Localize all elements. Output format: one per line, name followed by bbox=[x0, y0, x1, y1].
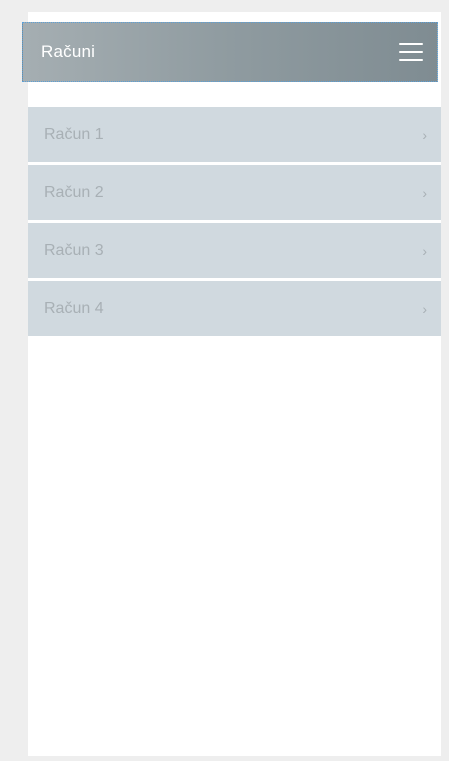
hamburger-menu-icon[interactable] bbox=[399, 43, 423, 61]
page-title: Računi bbox=[41, 42, 96, 61]
app-header: Računi bbox=[22, 22, 438, 82]
list-item-label: Račun 1 bbox=[44, 125, 104, 143]
list-item-racun-4[interactable]: Račun 4 › bbox=[28, 281, 441, 336]
chevron-right-icon: › bbox=[422, 184, 427, 201]
chevron-right-icon: › bbox=[422, 126, 427, 143]
list-item-racun-1[interactable]: Račun 1 › bbox=[28, 107, 441, 162]
list-item-racun-3[interactable]: Račun 3 › bbox=[28, 223, 441, 278]
list-item-label: Račun 2 bbox=[44, 183, 104, 201]
account-list: Račun 1 › Račun 2 › Račun 3 › Račun 4 › bbox=[28, 107, 441, 339]
list-item-racun-2[interactable]: Račun 2 › bbox=[28, 165, 441, 220]
list-item-label: Račun 3 bbox=[44, 241, 104, 259]
chevron-right-icon: › bbox=[422, 242, 427, 259]
chevron-right-icon: › bbox=[422, 300, 427, 317]
list-item-label: Račun 4 bbox=[44, 299, 104, 317]
